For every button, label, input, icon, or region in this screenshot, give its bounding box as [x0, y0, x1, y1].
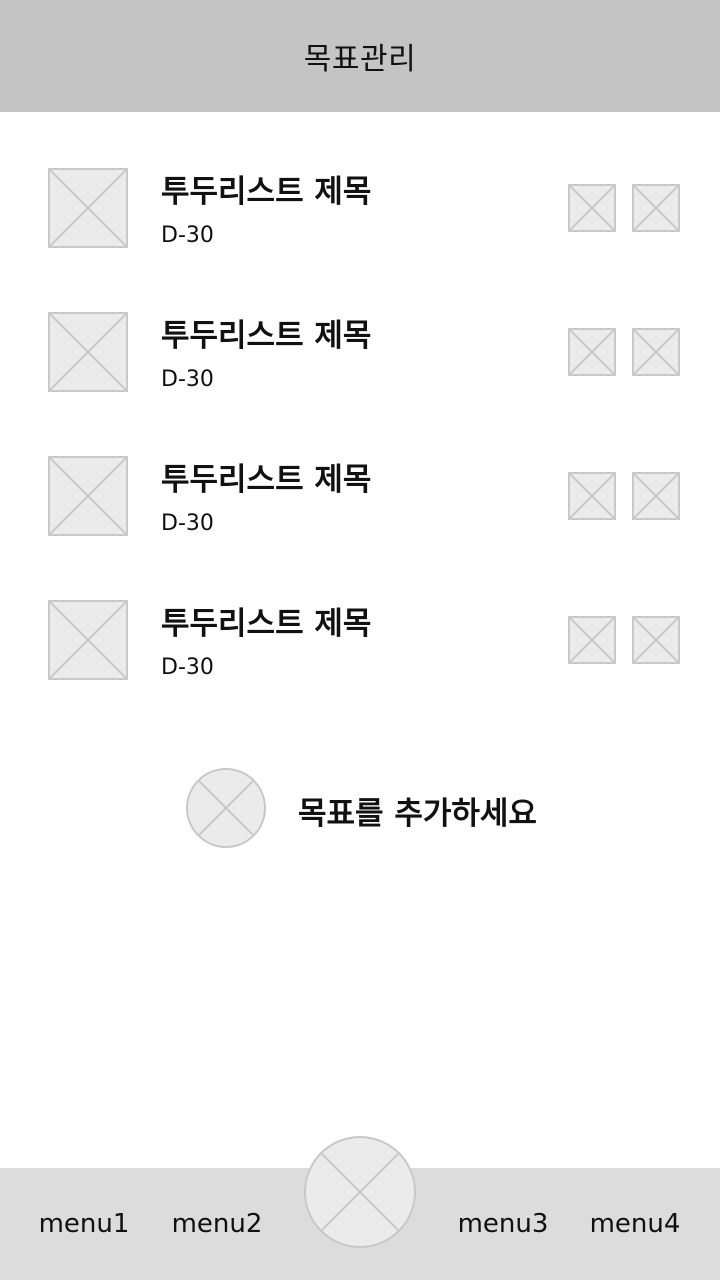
add-goal-icon[interactable] — [186, 768, 266, 848]
todo-thumbnail — [48, 168, 128, 248]
todo-item[interactable]: 투두리스트 제목 D-30 — [0, 432, 720, 576]
app-header: 목표관리 — [0, 0, 720, 112]
todo-action-1-icon[interactable] — [568, 472, 616, 520]
todo-action-2-icon[interactable] — [632, 184, 680, 232]
todo-title: 투두리스트 제목 — [161, 174, 372, 210]
todo-action-2-icon[interactable] — [632, 328, 680, 376]
nav-menu2[interactable]: menu2 — [157, 1168, 277, 1280]
todo-action-2-icon[interactable] — [632, 472, 680, 520]
todo-dday: D-30 — [161, 223, 214, 248]
nav-menu4[interactable]: menu4 — [575, 1168, 695, 1280]
todo-thumbnail — [48, 456, 128, 536]
todo-action-1-icon[interactable] — [568, 328, 616, 376]
add-goal-row[interactable]: 목표를 추가하세요 — [0, 766, 720, 850]
nav-menu1[interactable]: menu1 — [24, 1168, 144, 1280]
todo-dday: D-30 — [161, 511, 214, 536]
todo-thumbnail — [48, 600, 128, 680]
nav-menu3[interactable]: menu3 — [443, 1168, 563, 1280]
todo-dday: D-30 — [161, 655, 214, 680]
todo-thumbnail — [48, 312, 128, 392]
todo-title: 투두리스트 제목 — [161, 318, 372, 354]
todo-action-1-icon[interactable] — [568, 184, 616, 232]
todo-title: 투두리스트 제목 — [161, 462, 372, 498]
todo-item[interactable]: 투두리스트 제목 D-30 — [0, 576, 720, 720]
todo-action-2-icon[interactable] — [632, 616, 680, 664]
center-nav-button[interactable] — [304, 1136, 416, 1248]
todo-item[interactable]: 투두리스트 제목 D-30 — [0, 144, 720, 288]
add-goal-label[interactable]: 목표를 추가하세요 — [298, 788, 537, 833]
page-title: 목표관리 — [303, 42, 417, 77]
todo-item[interactable]: 투두리스트 제목 D-30 — [0, 288, 720, 432]
todo-action-1-icon[interactable] — [568, 616, 616, 664]
todo-title: 투두리스트 제목 — [161, 606, 372, 642]
todo-dday: D-30 — [161, 367, 214, 392]
